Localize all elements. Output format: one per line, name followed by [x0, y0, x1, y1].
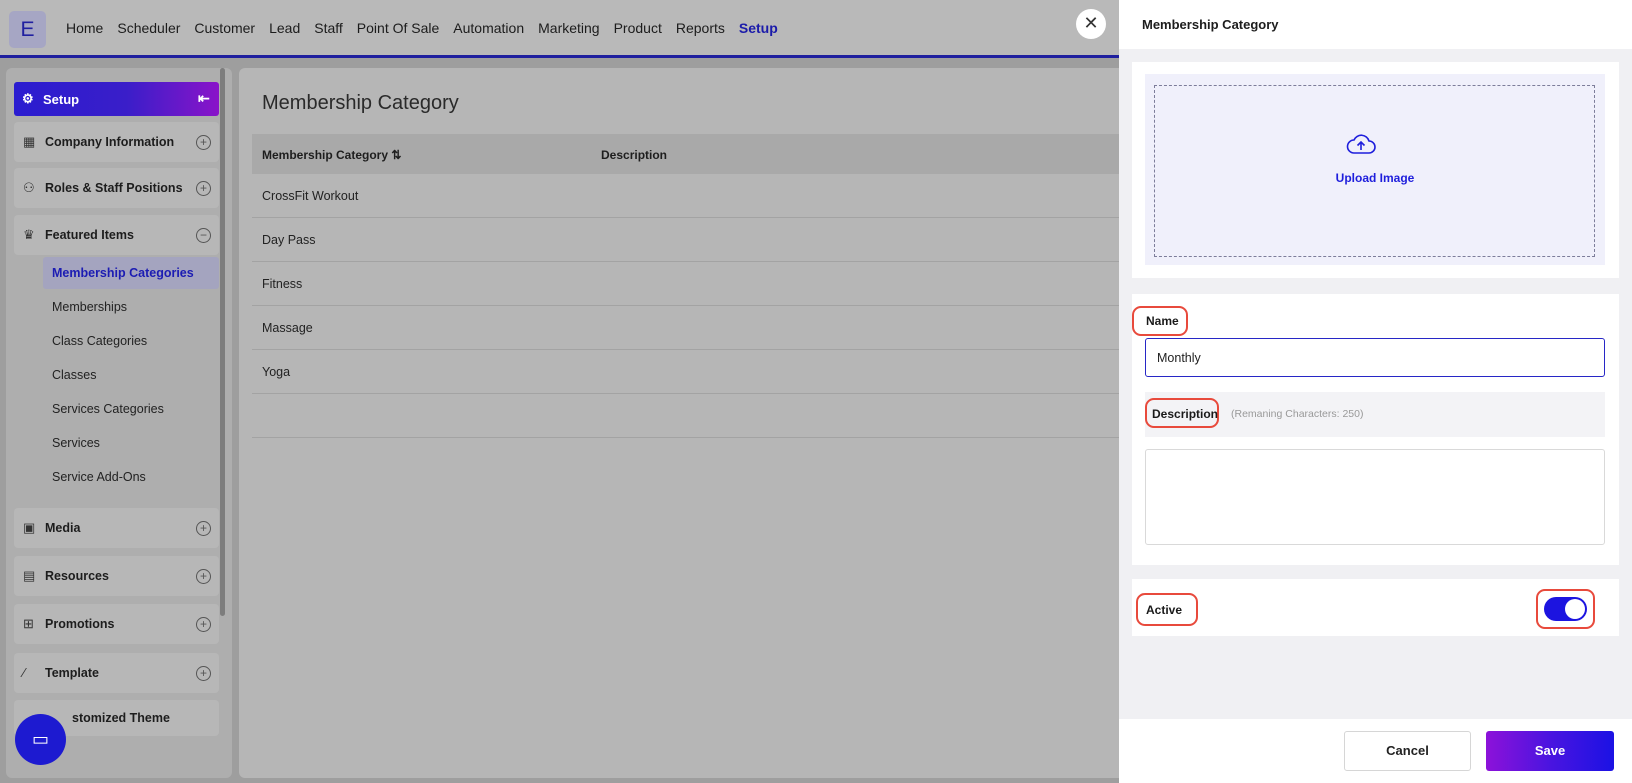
page-title: Membership Category [262, 92, 459, 114]
sidebar-group-label: Featured Items [45, 228, 134, 242]
active-label: Active [1146, 603, 1183, 617]
sort-icon[interactable]: ⇅ [391, 148, 401, 162]
upload-image-label[interactable]: Upload Image [1145, 171, 1605, 185]
sidebar-group-media[interactable]: ▣ Media + [14, 508, 219, 548]
sidebar-group-roles-staff-positions[interactable]: ⚇ Roles & Staff Positions + [14, 168, 219, 208]
sidebar-item-memberships[interactable]: Memberships [43, 291, 219, 323]
description-label-bar: Description (Remaning Characters: 250) [1145, 392, 1605, 437]
sidebar-item-class-categories[interactable]: Class Categories [43, 325, 219, 357]
expand-plus-icon[interactable]: + [196, 135, 211, 150]
nav-setup[interactable]: Setup [739, 20, 778, 36]
nav-staff[interactable]: Staff [314, 20, 343, 36]
image-upload-card: Upload Image [1132, 62, 1619, 278]
remaining-characters-hint: (Remaning Characters: 250) [1231, 408, 1364, 420]
nav-product[interactable]: Product [614, 20, 662, 36]
sidebar-group-resources[interactable]: ▤ Resources + [14, 556, 219, 596]
close-drawer-button[interactable]: ✕ [1076, 9, 1106, 39]
table-header: Membership Category ⇅ Description [252, 134, 1119, 174]
gear-icon: ⚙ [22, 91, 34, 106]
expand-plus-icon[interactable]: + [196, 569, 211, 584]
table-row-empty [252, 395, 1119, 438]
expand-plus-icon[interactable]: + [196, 666, 211, 681]
sidebar-group-label: Template [45, 666, 99, 680]
drawer-header: Membership Category [1119, 0, 1632, 49]
column-header-membership-category[interactable]: Membership Category ⇅ [262, 148, 401, 162]
building-icon: ▦ [23, 134, 36, 149]
nav-automation[interactable]: Automation [453, 20, 524, 36]
sidebar-item-classes[interactable]: Classes [43, 359, 219, 391]
sidebar-item-service-add-ons[interactable]: Service Add-Ons [43, 461, 219, 493]
table-row[interactable]: Day Pass [252, 219, 1119, 262]
crown-icon: ♛ [23, 227, 35, 242]
sidebar-group-promotions[interactable]: ⊞ Promotions + [14, 604, 219, 644]
save-button[interactable]: Save [1486, 731, 1614, 771]
drawer-footer: Cancel Save [1119, 719, 1632, 783]
description-label: Description [1152, 407, 1219, 421]
main-nav: Home Scheduler Customer Lead Staff Point… [66, 20, 778, 36]
details-card: Name Description (Remaning Characters: 2… [1132, 294, 1619, 565]
sidebar-group-template[interactable]: ⁄ Template + [14, 653, 219, 693]
table-cell: Day Pass [262, 233, 316, 247]
collapse-minus-icon[interactable]: − [196, 228, 211, 243]
table-cell: Yoga [262, 365, 291, 379]
chat-icon: ▭ [31, 729, 49, 749]
name-label: Name [1146, 314, 1179, 328]
sidebar-group-label: stomized Theme [72, 711, 170, 725]
image-upload-dropzone[interactable]: Upload Image [1145, 74, 1605, 265]
gift-icon: ⊞ [23, 616, 34, 631]
cloud-upload-icon [1346, 134, 1376, 154]
users-icon: ⚇ [23, 180, 35, 195]
sidebar-group-company-information[interactable]: ▦ Company Information + [14, 122, 219, 162]
description-textarea[interactable] [1145, 449, 1605, 545]
sidebar-item-services[interactable]: Services [43, 427, 219, 459]
sidebar-group-label: Promotions [45, 617, 115, 631]
setup-sidebar: ⚙ Setup ⇤ ▦ Company Information + ⚇ Role… [6, 68, 232, 778]
wand-icon: ⁄ [23, 665, 26, 680]
expand-plus-icon[interactable]: + [196, 521, 211, 536]
expand-plus-icon[interactable]: + [196, 617, 211, 632]
table-row[interactable]: Yoga [252, 351, 1119, 394]
toggle-knob [1565, 599, 1585, 619]
column-header-description: Description [601, 148, 668, 162]
sidebar-group-label: Media [45, 521, 81, 535]
membership-category-list-panel: Membership Category Membership Category … [239, 68, 1119, 778]
nav-marketing[interactable]: Marketing [538, 20, 599, 36]
sidebar-scrollbar[interactable] [220, 68, 225, 616]
nav-scheduler[interactable]: Scheduler [117, 20, 180, 36]
table-cell: Massage [262, 321, 313, 335]
nav-home[interactable]: Home [66, 20, 103, 36]
sidebar-group-label: Resources [45, 569, 109, 583]
sidebar-header-title: Setup [43, 92, 80, 107]
membership-category-drawer: Membership Category Upload Image Name De… [1119, 0, 1632, 783]
active-card: Active [1132, 579, 1619, 636]
media-icon: ▣ [23, 520, 36, 535]
close-icon: ✕ [1083, 13, 1099, 33]
sidebar-item-services-categories[interactable]: Services Categories [43, 393, 219, 425]
expand-plus-icon[interactable]: + [196, 181, 211, 196]
name-input[interactable] [1145, 338, 1605, 377]
drawer-title: Membership Category [1142, 17, 1279, 32]
table-row[interactable]: Fitness [252, 263, 1119, 306]
app-logo[interactable]: E [9, 11, 46, 48]
sidebar-header: ⚙ Setup ⇤ [14, 82, 219, 116]
nav-reports[interactable]: Reports [676, 20, 725, 36]
chat-support-button[interactable]: ▭ [15, 714, 66, 765]
resources-icon: ▤ [23, 568, 36, 583]
active-toggle[interactable] [1544, 597, 1587, 621]
table-cell: CrossFit Workout [262, 189, 359, 203]
nav-customer[interactable]: Customer [194, 20, 255, 36]
sidebar-group-label: Roles & Staff Positions [45, 181, 183, 195]
sidebar-group-featured-items[interactable]: ♛ Featured Items − [14, 215, 219, 255]
table-cell: Fitness [262, 277, 303, 291]
sidebar-item-membership-categories[interactable]: Membership Categories [43, 257, 219, 289]
nav-lead[interactable]: Lead [269, 20, 300, 36]
table-row[interactable]: CrossFit Workout [252, 175, 1119, 218]
collapse-sidebar-icon[interactable]: ⇤ [198, 90, 210, 107]
table-row[interactable]: Massage [252, 307, 1119, 350]
cancel-button[interactable]: Cancel [1344, 731, 1471, 771]
nav-point-of-sale[interactable]: Point Of Sale [357, 20, 440, 36]
sidebar-group-label: Company Information [45, 135, 175, 149]
